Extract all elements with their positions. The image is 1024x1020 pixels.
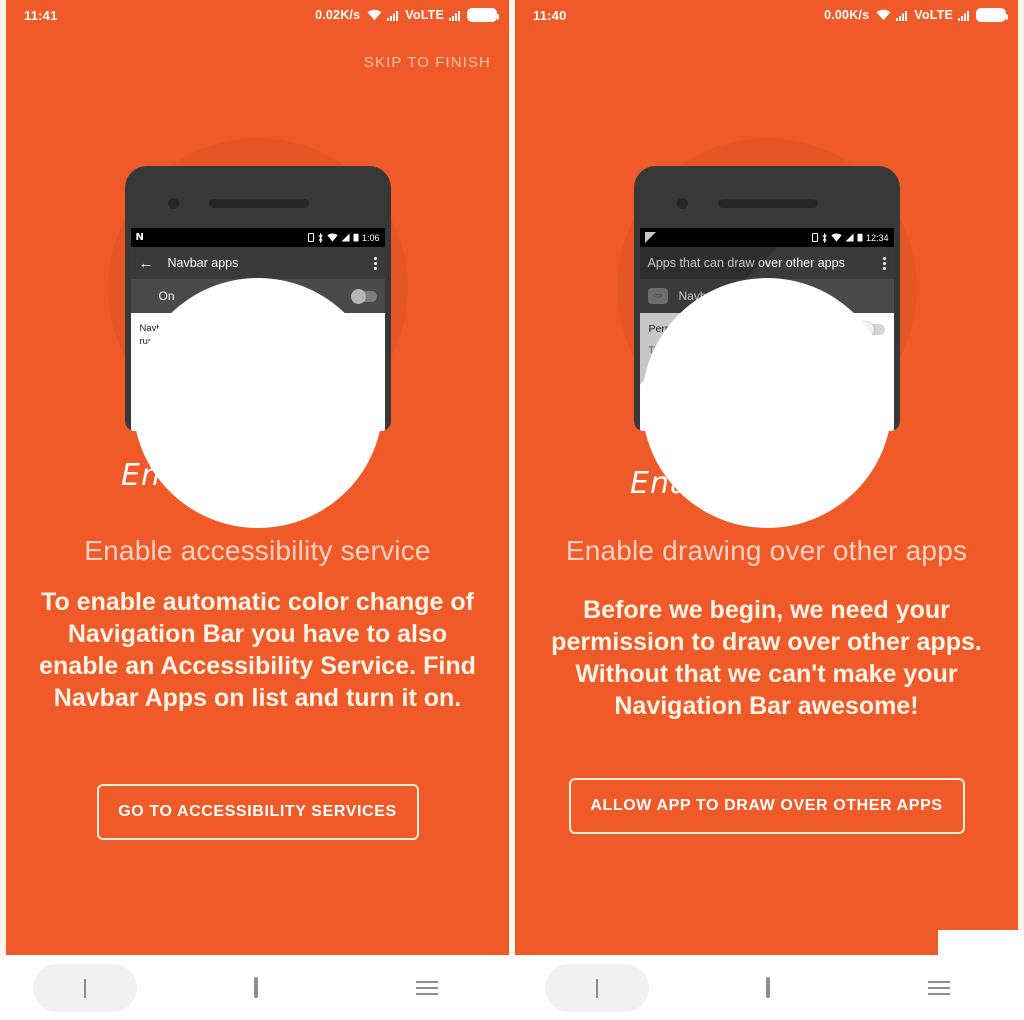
status-bar-time: 11:41: [24, 7, 58, 23]
illustration-draw-over: 12:34 Apps that can draw over other apps…: [515, 118, 1018, 528]
allow-draw-over-button[interactable]: ALLOW APP TO DRAW OVER OTHER APPS: [568, 778, 965, 834]
right-edge-strip: [1018, 0, 1024, 955]
system-status-bar: 11:41 0.02K/s VoLTE: [6, 0, 509, 30]
page-headline: Enable accessibility service: [84, 535, 431, 566]
status-bar-network-speed: 0.00K/s: [824, 8, 870, 22]
page-body-text: To enable automatic color change of Navi…: [39, 588, 476, 712]
onboarding-panel-accessibility: 11:41 0.02K/s VoLTE SKIP TO FINISH N 1:0…: [6, 0, 509, 955]
wifi-icon: [367, 9, 382, 21]
enable-annotation-label: Enable: [121, 458, 230, 493]
system-status-bar-2: 11:40 0.00K/s VoLTE: [515, 0, 1018, 30]
nav-back-button[interactable]: [512, 963, 683, 1012]
status-bar-volte-label: VoLTE: [914, 8, 953, 22]
nav-home-button[interactable]: [683, 976, 854, 998]
menu-recents-icon: [415, 980, 438, 995]
android-navigation-bar-left: [0, 955, 512, 1020]
illustration-accessibility: N 1:06 ← Navbar apps On Enable: [6, 118, 509, 528]
status-bar-time: 11:40: [533, 7, 567, 23]
signal-bars-icon: [896, 10, 909, 21]
square-home-icon: [254, 976, 258, 998]
nav-recents-button[interactable]: [341, 980, 512, 995]
nav-home-button[interactable]: [171, 976, 342, 998]
screenshot-root: 11:41 0.02K/s VoLTE SKIP TO FINISH N 1:0…: [0, 0, 1024, 1020]
pointer-arrow: [749, 306, 825, 495]
android-navigation-bar-right: [512, 955, 1024, 1020]
go-to-accessibility-services-button[interactable]: GO TO ACCESSIBILITY SERVICES: [96, 784, 419, 840]
page-body-text: Before we begin, we need your permission…: [551, 596, 982, 720]
status-bar-network-speed: 0.02K/s: [315, 8, 361, 22]
onboarding-panel-draw-over: 11:40 0.00K/s VoLTE 12:34 Apps that can …: [515, 0, 1018, 955]
nav-back-button[interactable]: [0, 963, 171, 1012]
page-headline: Enable drawing over other apps: [565, 535, 968, 566]
nav-recents-button[interactable]: [853, 980, 1024, 995]
pointer-arrow: [240, 298, 316, 487]
battery-full-icon: [976, 8, 1008, 22]
signal-bars-icon: [387, 10, 400, 21]
wifi-icon: [876, 9, 891, 21]
chevron-left-icon: [596, 978, 599, 998]
chevron-left-icon: [84, 978, 87, 998]
bottom-right-white-notch: [938, 930, 1024, 960]
skip-to-finish-button[interactable]: SKIP TO FINISH: [364, 54, 491, 71]
panel-divider: [509, 0, 515, 955]
menu-recents-icon: [927, 980, 950, 995]
battery-full-icon: [467, 8, 499, 22]
signal-bars-icon-2: [958, 10, 971, 21]
signal-bars-icon-2: [449, 10, 462, 21]
square-home-icon: [766, 976, 770, 998]
status-bar-volte-label: VoLTE: [405, 8, 444, 22]
enable-annotation-label: Enable: [630, 466, 739, 501]
